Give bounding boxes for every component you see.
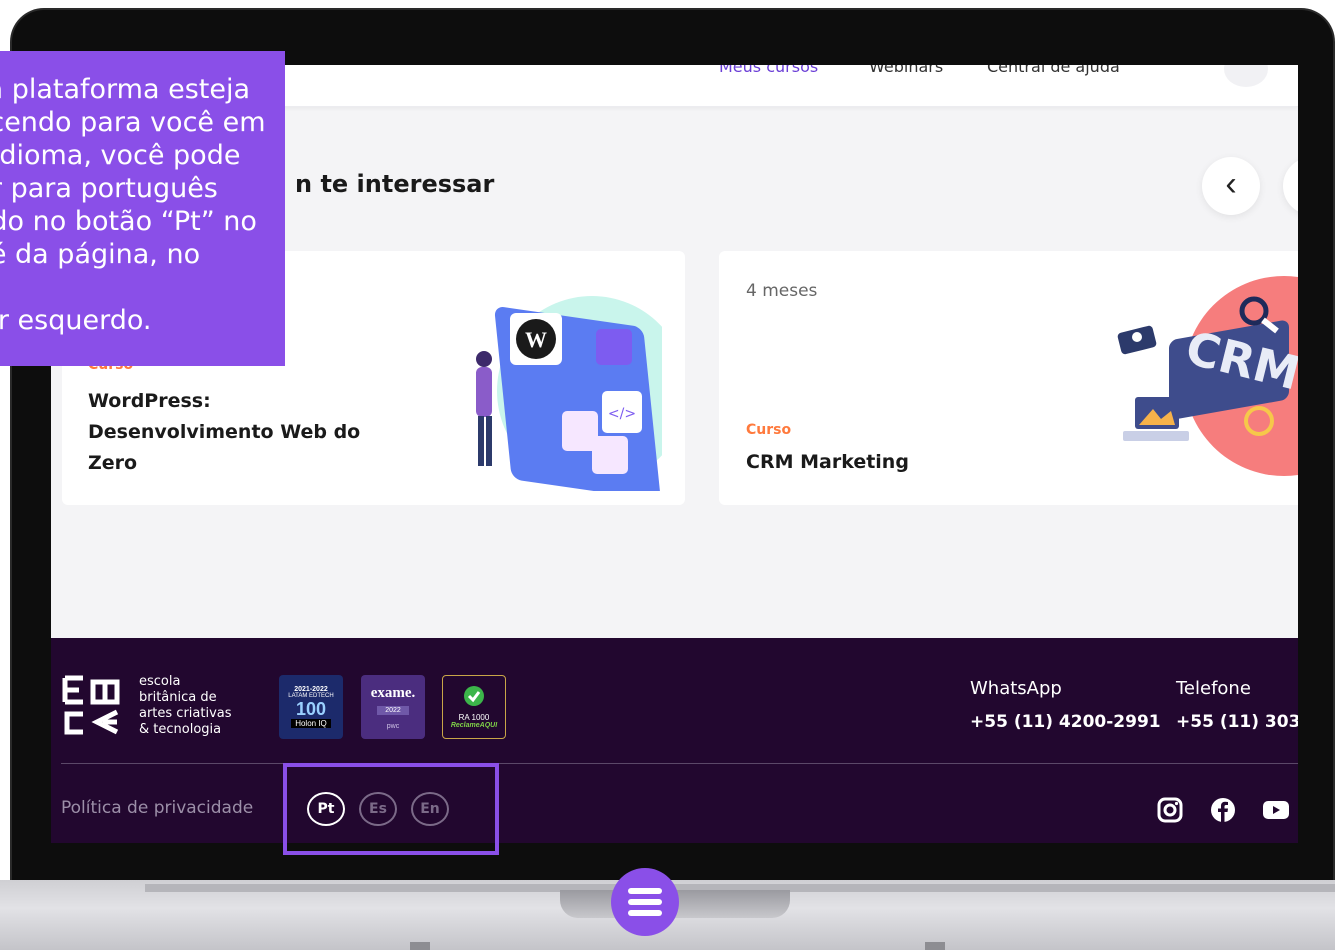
- chevron-left-icon: ‹: [1225, 165, 1237, 203]
- course-duration: 4 meses: [746, 281, 818, 301]
- section-title: n te interessar: [295, 170, 495, 198]
- nav-link-help-center[interactable]: Central de ajuda: [987, 65, 1120, 76]
- footer-divider: [61, 763, 1298, 764]
- hamburger-icon: [628, 888, 662, 894]
- course-card-crm-marketing[interactable]: 4 meses Curso CRM Marketing CRM: [719, 251, 1298, 505]
- holon-iq-badge: 2021-2022 LATAM EDTECH 100 Holon IQ: [279, 675, 343, 739]
- whatsapp-label: WhatsApp: [970, 678, 1062, 699]
- instagram-icon[interactable]: [1156, 796, 1184, 824]
- verified-check-icon: [464, 686, 484, 706]
- course-name: WordPress: Desenvolvimento Web do Zero: [88, 390, 361, 474]
- phone-number[interactable]: +55 (11) 3030-: [1176, 712, 1298, 732]
- ebac-logo-icon: [62, 675, 120, 735]
- laptop-foot-left: [410, 942, 430, 950]
- laptop-foot-right: [925, 942, 945, 950]
- language-tip-text: Caso a plataforma esteja aparecendo para…: [0, 74, 266, 336]
- course-name: CRM Marketing: [746, 451, 909, 473]
- youtube-icon[interactable]: [1262, 796, 1290, 824]
- menu-button[interactable]: [611, 868, 679, 936]
- course-type: Curso: [746, 422, 792, 438]
- svg-text:</>: </>: [608, 406, 636, 422]
- phone-label: Telefone: [1176, 678, 1251, 699]
- ebac-logo-text: escola britânica de artes criativas & te…: [139, 674, 232, 737]
- language-selector-highlight: [283, 763, 499, 855]
- wordpress-illustration: W </>: [476, 296, 662, 491]
- nav-link-my-courses[interactable]: Meus cursos: [719, 65, 818, 76]
- site-footer: escola britânica de artes criativas & te…: [51, 638, 1298, 843]
- carousel-next-button[interactable]: [1283, 157, 1298, 215]
- svg-text:W: W: [525, 327, 547, 352]
- facebook-icon[interactable]: [1209, 796, 1237, 824]
- notification-bell-icon[interactable]: [1224, 65, 1268, 87]
- crm-illustration: CRM: [1117, 276, 1298, 476]
- whatsapp-number[interactable]: +55 (11) 4200-2991: [970, 712, 1161, 732]
- exame-badge: exame. 2022 pwc: [361, 675, 425, 739]
- language-tip-callout: Caso a plataforma esteja aparecendo para…: [0, 51, 285, 366]
- carousel-prev-button[interactable]: ‹: [1202, 157, 1260, 215]
- reclame-aqui-badge: RA 1000 ReclameAQUI: [442, 675, 506, 739]
- privacy-policy-link[interactable]: Política de privacidade: [61, 798, 253, 818]
- nav-link-webinars[interactable]: Webinars: [869, 65, 943, 76]
